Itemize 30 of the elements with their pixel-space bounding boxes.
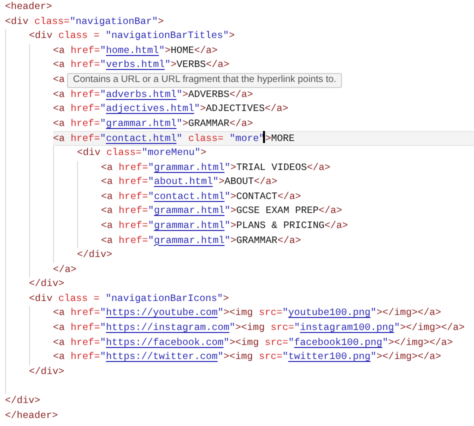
code-line: </header> — [5, 408, 58, 423]
code-line: <div class = "navigationBarTitles"> — [29, 29, 235, 44]
code-line: <a href="adverbs.html">ADVERBS</a> — [53, 88, 253, 102]
tooltip: Contains a URL or a URL fragment that the hyperlink points to. — [67, 72, 342, 88]
code-line: <div class="moreMenu"> — [77, 146, 206, 160]
code-line: <div class = "navigationBarIcons"> — [29, 292, 229, 306]
code-line: <a href="grammar.html">TRIAL VIDEOS</a> — [101, 160, 330, 175]
code-line: <a href="grammar.html">GRAMMAR</a> — [53, 116, 253, 131]
code-line: <a — [53, 72, 65, 87]
code-line: <a href="about.html">ABOUT</a> — [101, 175, 278, 190]
code-line: <a href="contact.html" class= "more">MORE — [53, 131, 295, 146]
code-line: </div> — [29, 277, 64, 292]
code-line: <a href="contact.html">CONTACT</a> — [101, 190, 301, 204]
code-line: </div> — [29, 364, 64, 379]
code-line: <header> — [5, 0, 52, 14]
code-line: <a href="verbs.html">VERBS</a> — [53, 58, 230, 72]
code-line: </div> — [5, 394, 40, 408]
code-line: <a href="https://youtube.com"><img src="youtube100.png"></img></a> — [53, 306, 442, 320]
code-line: <a href="https://instagram.com"><img src="instagram100.png"></img></a> — [53, 321, 465, 336]
code-line: <a href="https://twitter.com"><img src="twitter100.png"></img></a> — [53, 350, 442, 364]
code-line: </div> — [77, 248, 112, 262]
text-cursor — [263, 131, 265, 144]
code-line: <a href="grammar.html">GCSE EXAM PREP</a> — [101, 204, 342, 218]
code-line: <a href="grammar.html">PLANS & PRICING</a> — [101, 218, 348, 233]
code-line: <a href="https://facebook.com"><img src="facebook100.png"></img></a> — [53, 336, 453, 350]
code-line: </a> — [53, 262, 77, 277]
code-line: <div class="navigationBar"> — [5, 14, 164, 29]
code-line: <a href="grammar.html">GRAMMAR</a> — [101, 234, 301, 248]
code-line: <a href="adjectives.html">ADJECTIVES</a> — [53, 102, 288, 116]
code-line: <a href="home.html">HOME</a> — [53, 44, 218, 58]
